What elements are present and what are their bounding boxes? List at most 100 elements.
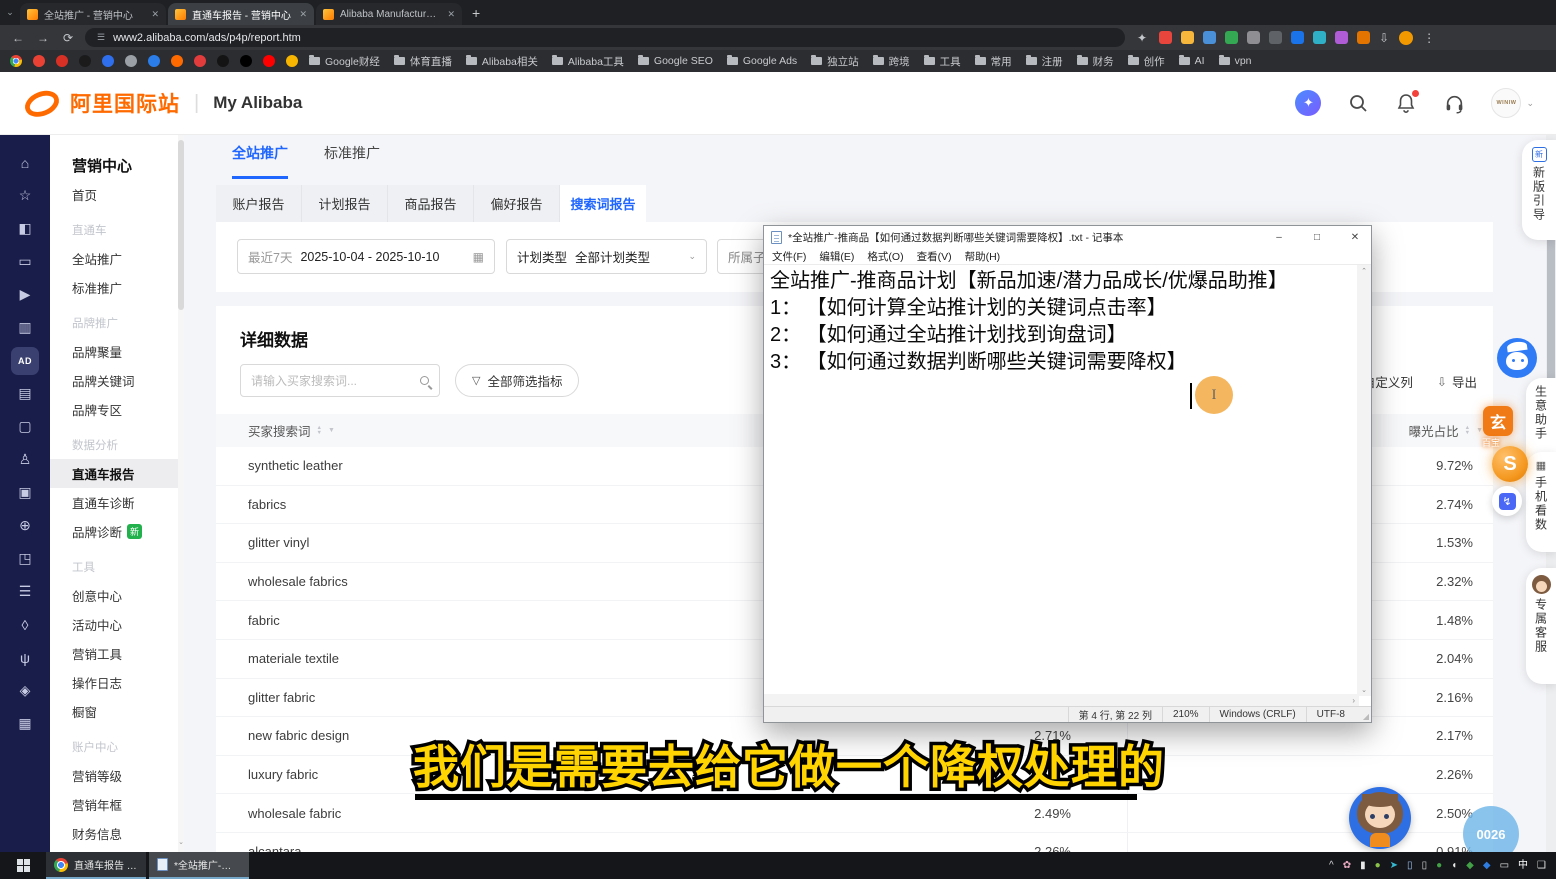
tray-icon[interactable]: ▯ <box>1422 861 1428 871</box>
bookmark-folder[interactable]: 注册 <box>1026 54 1063 69</box>
brand[interactable]: 阿里国际站 <box>22 87 180 119</box>
notepad-body[interactable]: 全站推广-推商品计划【新品加速/潜力品成长/优爆品助推】1： 【如何计算全站推计… <box>764 265 1371 696</box>
extension-icon[interactable] <box>1313 31 1326 44</box>
notifications-bell-icon[interactable] <box>1395 92 1417 114</box>
sidebar-item[interactable]: 直通车诊断 <box>50 488 178 517</box>
profile-icon[interactable] <box>1399 31 1413 45</box>
rail-icon[interactable]: ▥ <box>9 311 42 344</box>
sidebar-item[interactable]: 财务信息 <box>50 819 178 848</box>
notepad-vscrollbar[interactable]: ⌃ ⌄ <box>1357 265 1371 696</box>
sidebar-item[interactable]: 标准推广 <box>50 273 178 302</box>
sidebar-item[interactable]: 数据分析 <box>50 424 178 459</box>
browser-tab[interactable]: 直通车报告 - 营销中心 ✕ <box>168 3 314 25</box>
rail-icon[interactable]: ☰ <box>9 575 42 608</box>
resize-grip-icon[interactable]: ◢ <box>1355 707 1371 722</box>
extension-icon[interactable] <box>1159 31 1172 44</box>
report-tab[interactable]: 计划报告 <box>302 185 388 222</box>
notepad-hscrollbar[interactable]: › <box>764 694 1359 706</box>
bookmark-folder[interactable]: Google SEO <box>638 55 713 67</box>
scroll-right-icon[interactable]: › <box>1352 696 1355 705</box>
close-button[interactable]: ✕ <box>1339 226 1371 248</box>
tray-icon[interactable]: ✿ <box>1343 861 1351 871</box>
bookmark-folder[interactable]: 财务 <box>1077 54 1114 69</box>
sidebar-item[interactable]: 首页 <box>50 180 178 209</box>
rail-icon[interactable]: ψ <box>9 641 42 674</box>
scroll-up-icon[interactable]: ⌃ <box>1361 267 1367 275</box>
notepad-titlebar[interactable]: *全站推广-推商品【如何通过数据判断哪些关键词需要降权】.txt - 记事本 –… <box>764 226 1371 248</box>
bookmark-favicon-icon[interactable] <box>240 55 252 67</box>
tray-icon[interactable]: ◖ <box>1451 861 1457 871</box>
bookmark-favicon-icon[interactable] <box>286 55 298 67</box>
rail-icon[interactable]: ▦ <box>9 707 42 740</box>
notepad-menu-item[interactable]: 编辑(E) <box>819 249 854 264</box>
bookmark-favicon-icon[interactable] <box>56 55 68 67</box>
tray-icon[interactable]: ➤ <box>1390 861 1398 871</box>
url-bar[interactable]: ☰ www2.alibaba.com/ads/p4p/report.htm <box>85 28 1125 47</box>
sidebar-item[interactable]: 营销年框 <box>50 790 178 819</box>
reload-icon[interactable]: ⟳ <box>60 31 76 45</box>
bookmark-folder[interactable]: 体育直播 <box>394 54 452 69</box>
tab-close-icon[interactable]: ✕ <box>151 9 159 20</box>
sidebar-item[interactable]: 营销等级 <box>50 761 178 790</box>
sidebar-item[interactable]: 活动中心 <box>50 610 178 639</box>
bookmark-folder[interactable]: Alibaba工具 <box>552 54 624 69</box>
new-version-guide-widget[interactable]: 新 新版引导 <box>1522 140 1556 240</box>
promotion-tab[interactable]: 全站推广 <box>232 143 288 179</box>
rail-icon[interactable]: ▭ <box>9 245 42 278</box>
column-filter-icon[interactable]: ▼ <box>328 427 335 434</box>
bookmark-folder[interactable]: vpn <box>1219 55 1252 67</box>
bookmark-folder[interactable]: 跨境 <box>873 54 910 69</box>
sidebar-scroll-arrow-icon[interactable]: ⌄ <box>178 838 184 846</box>
more-menu-icon[interactable]: ⋮ <box>1423 31 1435 45</box>
extension-icon[interactable] <box>1247 31 1260 44</box>
bookmark-favicon-icon[interactable] <box>33 55 45 67</box>
sidebar-scrollbar[interactable] <box>178 135 184 852</box>
sidebar-item[interactable]: 账户中心 <box>50 726 178 761</box>
notepad-window[interactable]: *全站推广-推商品【如何通过数据判断哪些关键词需要降权】.txt - 记事本 –… <box>763 225 1372 723</box>
tray-icon[interactable]: ▮ <box>1360 861 1366 871</box>
rail-icon[interactable]: ⊕ <box>9 509 42 542</box>
column-filter-icon[interactable]: ▼ <box>1476 427 1483 434</box>
site-settings-icon[interactable]: ☰ <box>97 32 105 43</box>
phone-data-widget[interactable]: ▦ 手机看数 <box>1526 452 1556 552</box>
rail-icon[interactable]: ▢ <box>9 410 42 443</box>
tray-icon[interactable]: ◆ <box>1483 861 1491 871</box>
sidebar-item[interactable]: 创意中心 <box>50 581 178 610</box>
bookmark-folder[interactable]: AI <box>1179 55 1205 67</box>
search-input[interactable]: 请输入买家搜索词... <box>240 364 440 397</box>
rail-icon[interactable]: ▣ <box>9 476 42 509</box>
extension-icon[interactable] <box>1269 31 1282 44</box>
table-row[interactable]: wholesale fabric 2.49% 2.50% <box>216 794 1493 833</box>
rail-icon[interactable]: ◧ <box>9 212 42 245</box>
sort-icons[interactable]: ▲▼ <box>317 426 322 436</box>
sidebar-item[interactable]: 橱窗 <box>50 697 178 726</box>
chat-bolt-widget[interactable]: ↯ <box>1492 486 1522 516</box>
sidebar-item[interactable]: 直通车报告 <box>50 459 178 488</box>
tray-icon[interactable]: ◆ <box>1466 861 1474 871</box>
rail-icon[interactable]: ◊ <box>9 608 42 641</box>
bookmark-folder[interactable]: 创作 <box>1128 54 1165 69</box>
search-icon[interactable] <box>1347 92 1369 114</box>
rail-icon[interactable]: ◳ <box>9 542 42 575</box>
bookmark-favicon-icon[interactable] <box>125 55 137 67</box>
rail-icon[interactable]: ☆ <box>9 179 42 212</box>
new-tab-button[interactable]: + <box>472 5 480 21</box>
tray-icon[interactable]: ^ <box>1329 861 1334 871</box>
sidebar-item[interactable]: 品牌聚量 <box>50 337 178 366</box>
tray-icon[interactable]: ❑ <box>1537 861 1546 871</box>
extension-icon[interactable] <box>1203 31 1216 44</box>
forward-icon[interactable]: → <box>35 31 51 45</box>
extension-icon[interactable] <box>1357 31 1370 44</box>
support-headset-icon[interactable] <box>1443 92 1465 114</box>
report-tab[interactable]: 偏好报告 <box>474 185 560 222</box>
rail-icon[interactable]: ◈ <box>9 674 42 707</box>
report-tab[interactable]: 商品报告 <box>388 185 474 222</box>
tab-close-icon[interactable]: ✕ <box>299 9 307 20</box>
extension-icon[interactable] <box>1181 31 1194 44</box>
notepad-text[interactable]: 全站推广-推商品计划【新品加速/潜力品成长/优爆品助推】1： 【如何计算全站推计… <box>764 265 1371 376</box>
rail-icon[interactable]: ♙ <box>9 443 42 476</box>
customer-service-widget[interactable]: 专属客服 <box>1526 568 1556 684</box>
report-tab[interactable]: 账户报告 <box>216 185 302 222</box>
tray-icon[interactable]: ● <box>1436 861 1442 871</box>
download-icon[interactable]: ⇩ <box>1379 31 1389 45</box>
